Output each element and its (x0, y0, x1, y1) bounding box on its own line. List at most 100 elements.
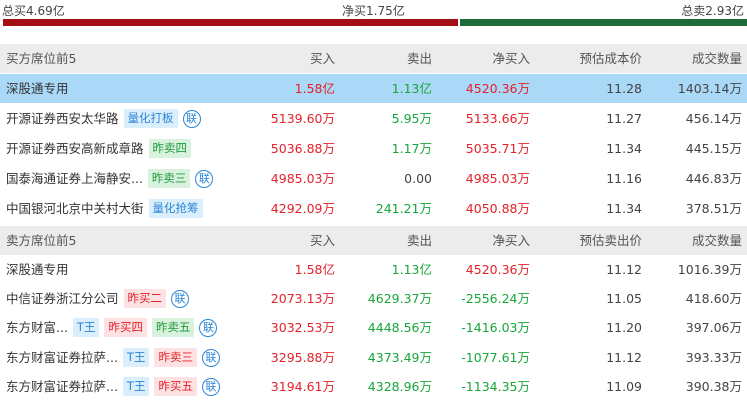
col-header-volume: 成交数量 (691, 51, 742, 66)
quant-tag[interactable]: 量化打板 (123, 109, 178, 128)
buy-amount: 1.58亿 (294, 81, 335, 96)
linked-icon[interactable]: 联 (199, 318, 218, 337)
seat-name[interactable]: 深股通专用 (6, 255, 69, 284)
volume: 390.38万 (685, 379, 742, 394)
col-header-volume: 成交数量 (691, 233, 742, 248)
table-row[interactable]: 中国银河北京中关村大街 量化抢筹 4292.09万 241.21万 4050.8… (0, 194, 747, 223)
table-row[interactable]: 东方财富... T王 昨买四 昨卖五 联 3032.53万 4448.56万 -… (0, 313, 747, 342)
net-amount: -2556.24万 (461, 291, 530, 306)
sell-amount: 0.00 (404, 171, 432, 186)
sell-amount: 1.13亿 (391, 262, 432, 277)
seat-name[interactable]: 东方财富... (6, 313, 68, 342)
net-amount: -1134.35万 (461, 379, 530, 394)
table-row[interactable]: 国泰海通证券上海静安... 昨卖三 联 4985.03万 0.00 4985.0… (0, 164, 747, 193)
net-amount: 4050.88万 (465, 201, 530, 216)
sell-section-header: 卖方席位前5 买入 卖出 净买入 预估卖出价 成交数量 (0, 226, 747, 255)
cost-price: 11.16 (606, 171, 642, 186)
cost-price: 11.28 (606, 81, 642, 96)
table-row[interactable]: 深股通专用 1.58亿 1.13亿 4520.36万 11.12 1016.39… (0, 255, 747, 284)
sell-amount: 241.21万 (375, 201, 432, 216)
net-amount: 5133.66万 (465, 111, 530, 126)
buy-amount: 3295.88万 (270, 350, 335, 365)
t-king-tag[interactable]: T王 (72, 318, 100, 337)
sell-amount: 4373.49万 (367, 350, 432, 365)
linked-icon[interactable]: 联 (201, 377, 220, 396)
net-amount: -1416.03万 (461, 320, 530, 335)
col-header-sell-price: 预估卖出价 (579, 233, 642, 248)
linked-icon[interactable]: 联 (171, 289, 190, 308)
linked-icon[interactable]: 联 (195, 169, 214, 188)
buy-amount: 3194.61万 (270, 379, 335, 394)
net-amount: -1077.61万 (461, 350, 530, 365)
table-row[interactable]: 中信证券浙江分公司 昨买二 联 2073.13万 4629.37万 -2556.… (0, 284, 747, 313)
t-king-tag[interactable]: T王 (122, 348, 150, 367)
cost-price: 11.34 (606, 201, 642, 216)
buy-amount: 3032.53万 (270, 320, 335, 335)
buy-amount: 5036.88万 (270, 141, 335, 156)
cost-price: 11.27 (606, 111, 642, 126)
volume: 1016.39万 (677, 262, 742, 277)
table-row[interactable]: 东方财富证券拉萨... T王 昨卖三 联 3295.88万 4373.49万 -… (0, 343, 747, 372)
net-buy-label: 净买1.75亿 (342, 4, 405, 18)
sell-header-title: 卖方席位前5 (6, 233, 77, 248)
table-row[interactable]: 东方财富证券拉萨... T王 昨买五 联 3194.61万 4328.96万 -… (0, 372, 747, 401)
sell-amount: 5.95万 (391, 111, 432, 126)
volume: 397.06万 (685, 320, 742, 335)
yesterday-tag[interactable]: 昨买五 (154, 377, 197, 396)
volume: 378.51万 (685, 201, 742, 216)
seat-name[interactable]: 东方财富证券拉萨... (6, 372, 118, 401)
yesterday-tag[interactable]: 昨买四 (104, 318, 147, 337)
col-header-net: 净买入 (492, 233, 530, 248)
seat-name[interactable]: 开源证券西安太华路 (6, 104, 119, 133)
total-buy-label: 总买4.69亿 (2, 4, 65, 18)
sell-amount: 4629.37万 (367, 291, 432, 306)
col-header-sell: 卖出 (406, 233, 432, 248)
net-amount: 4520.36万 (465, 262, 530, 277)
sell-price: 11.12 (606, 350, 642, 365)
sell-price: 11.09 (606, 379, 642, 394)
yesterday-tag[interactable]: 昨卖三 (154, 348, 197, 367)
net-amount: 4985.03万 (465, 171, 530, 186)
sell-price: 11.05 (606, 291, 642, 306)
sell-price: 11.20 (606, 320, 642, 335)
linked-icon[interactable]: 联 (182, 109, 201, 128)
buy-amount: 2073.13万 (270, 291, 335, 306)
col-header-buy: 买入 (309, 233, 335, 248)
col-header-sell: 卖出 (406, 51, 432, 66)
table-row[interactable]: 开源证券西安高新成章路 昨卖四 5036.88万 1.17万 5035.71万 … (0, 134, 747, 163)
buy-amount: 5139.60万 (270, 111, 335, 126)
cost-price: 11.34 (606, 141, 642, 156)
volume: 446.83万 (685, 171, 742, 186)
buy-header-title: 买方席位前5 (6, 51, 77, 66)
seat-name[interactable]: 中国银河北京中关村大街 (6, 194, 144, 223)
sell-amount: 4328.96万 (367, 379, 432, 394)
linked-icon[interactable]: 联 (201, 348, 220, 367)
seat-name[interactable]: 中信证券浙江分公司 (6, 284, 119, 313)
table-row[interactable]: 深股通专用 1.58亿 1.13亿 4520.36万 11.28 1403.14… (0, 74, 747, 103)
volume: 1403.14万 (677, 81, 742, 96)
sell-ratio-bar (460, 19, 747, 26)
net-amount: 5035.71万 (465, 141, 530, 156)
seat-name[interactable]: 东方财富证券拉萨... (6, 343, 118, 372)
total-sell-label: 总卖2.93亿 (681, 4, 744, 18)
net-amount: 4520.36万 (465, 81, 530, 96)
seat-name[interactable]: 开源证券西安高新成章路 (6, 134, 144, 163)
sell-price: 11.12 (606, 262, 642, 277)
seat-name[interactable]: 深股通专用 (6, 74, 69, 103)
summary-bar: 总买4.69亿 净买1.75亿 总卖2.93亿 (0, 0, 747, 26)
volume: 456.14万 (685, 111, 742, 126)
yesterday-tag[interactable]: 昨卖三 (147, 169, 191, 188)
buy-amount: 4985.03万 (270, 171, 335, 186)
buy-ratio-bar (3, 19, 458, 26)
seat-name[interactable]: 国泰海通证券上海静安... (6, 164, 143, 193)
t-king-tag[interactable]: T王 (122, 377, 150, 396)
yesterday-tag[interactable]: 昨买二 (123, 289, 167, 308)
yesterday-tag[interactable]: 昨卖四 (148, 139, 192, 158)
quant-tag[interactable]: 量化抢筹 (148, 199, 203, 218)
buy-amount: 4292.09万 (270, 201, 335, 216)
buy-section-header: 买方席位前5 买入 卖出 净买入 预估成本价 成交数量 (0, 44, 747, 73)
buy-amount: 1.58亿 (294, 262, 335, 277)
sell-amount: 1.17万 (391, 141, 432, 156)
table-row[interactable]: 开源证券西安太华路 量化打板 联 5139.60万 5.95万 5133.66万… (0, 104, 747, 133)
yesterday-tag[interactable]: 昨卖五 (151, 318, 195, 337)
